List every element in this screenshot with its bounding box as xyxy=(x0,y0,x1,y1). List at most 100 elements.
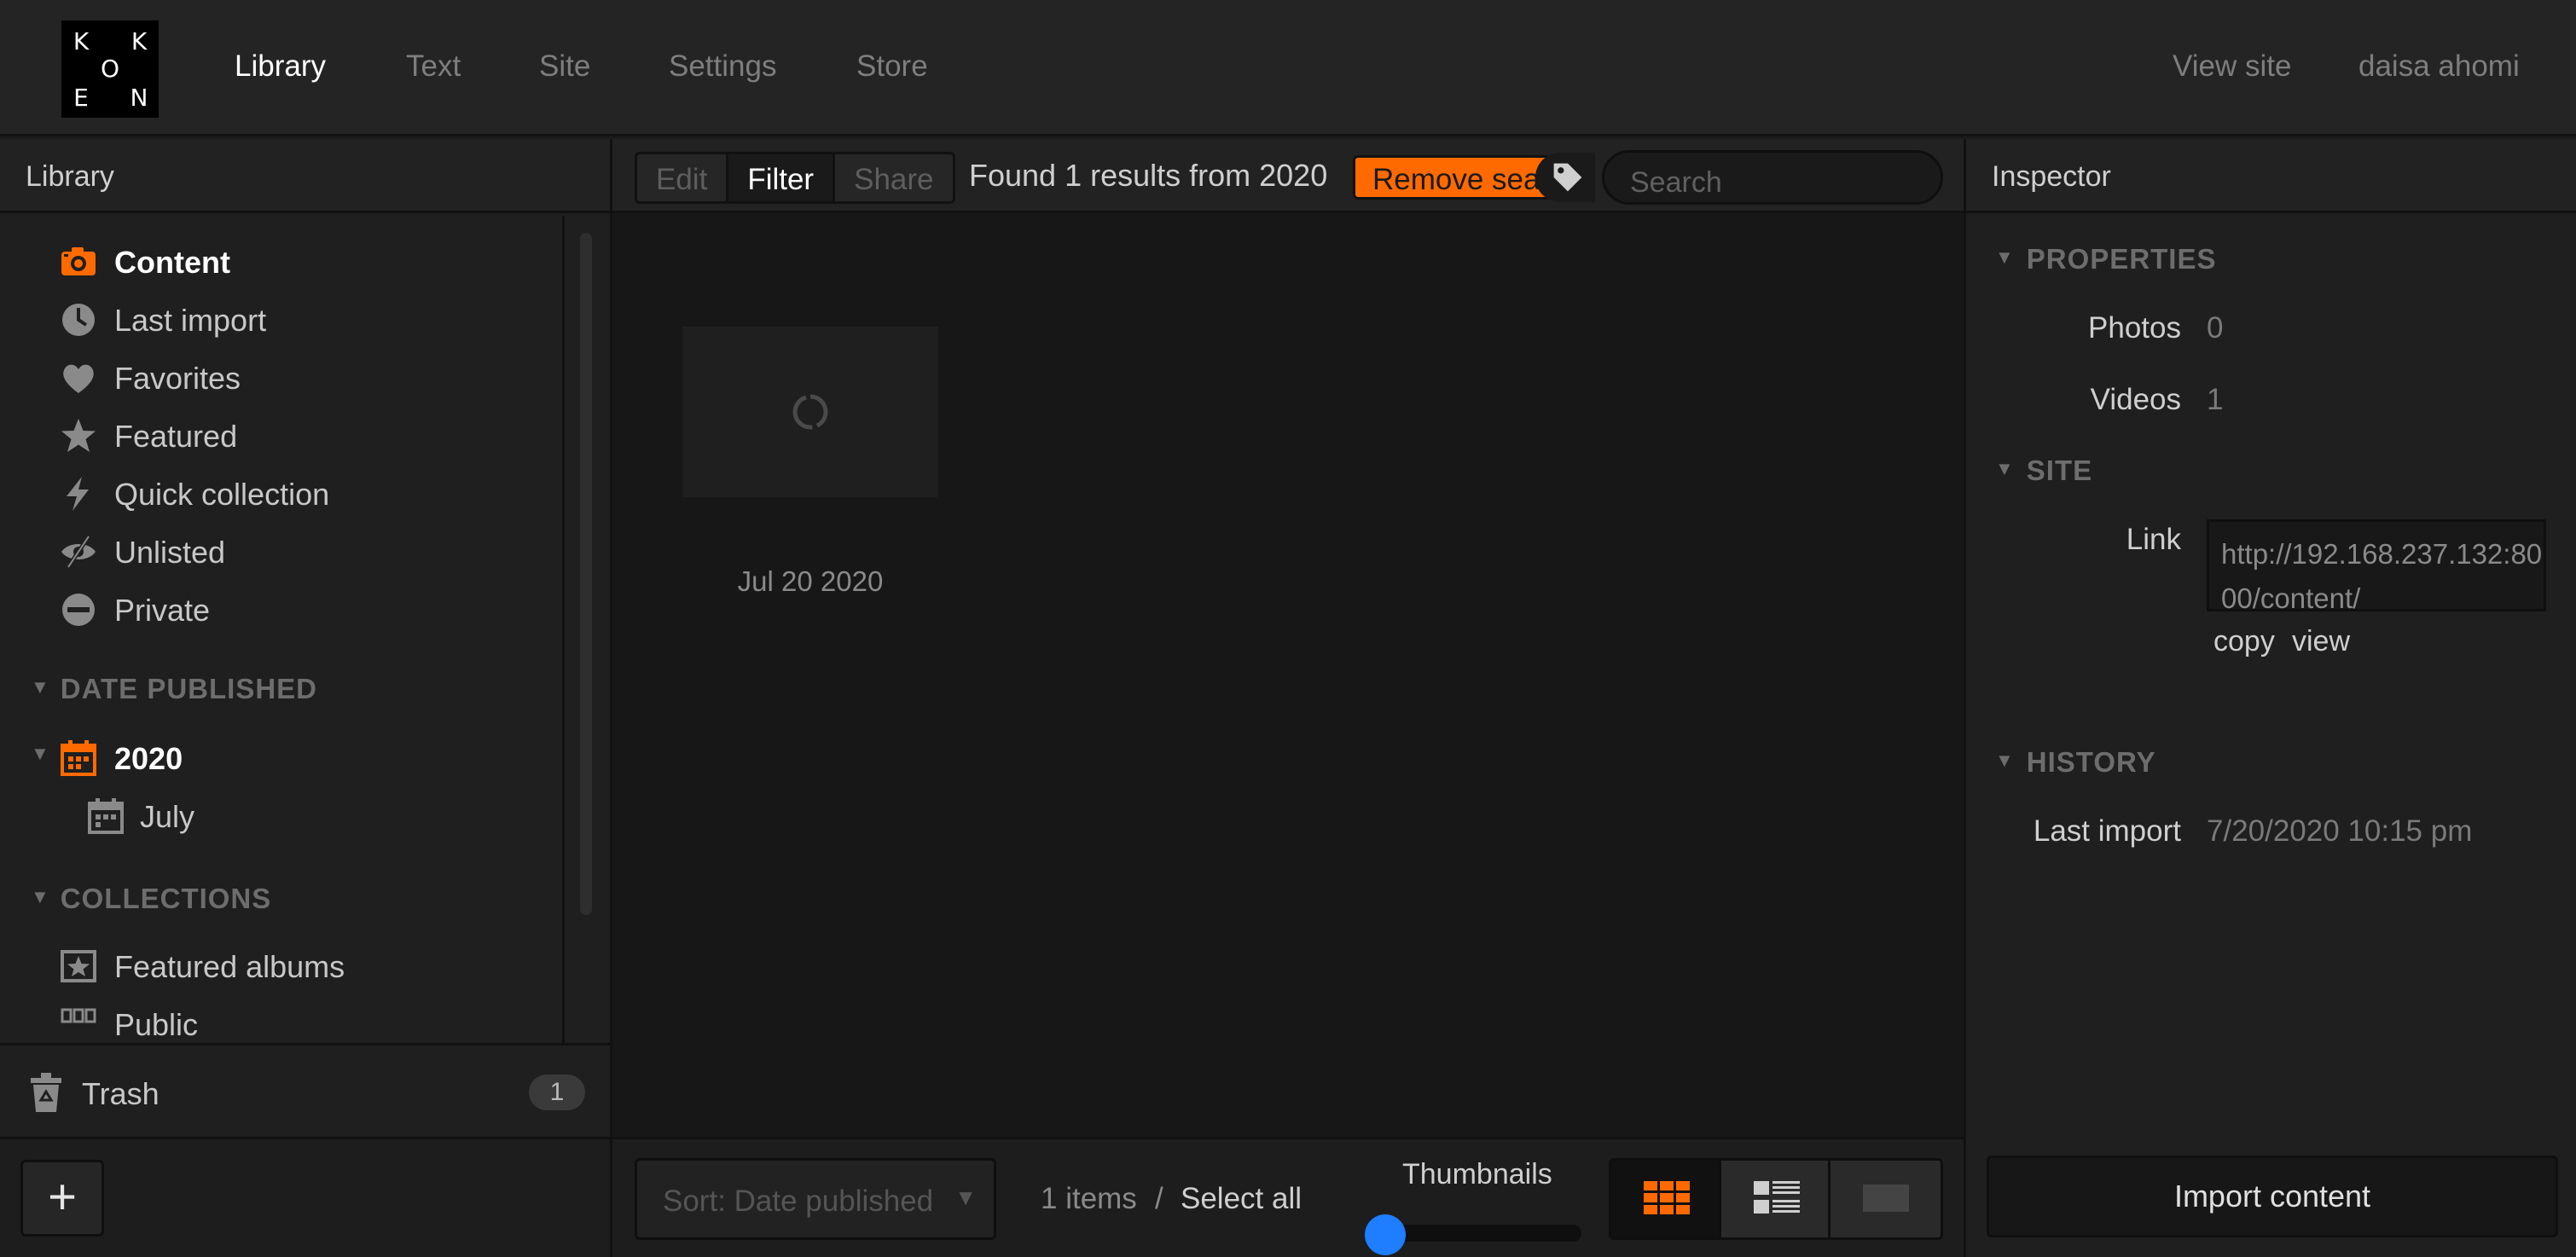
items-count: 1 items xyxy=(1041,1182,1137,1215)
sort-select[interactable]: Sort: Date published ▼ xyxy=(635,1158,996,1240)
single-view-icon xyxy=(1863,1185,1910,1212)
tag-filter-button[interactable] xyxy=(1535,153,1595,202)
content-thumbnail[interactable] xyxy=(682,327,938,497)
view-mode-group xyxy=(1609,1158,1943,1240)
site-section[interactable]: ▼ SITE xyxy=(1995,455,2092,487)
sidebar-item-year-2020[interactable]: ▼ 2020 xyxy=(0,733,562,784)
edit-button[interactable]: Edit xyxy=(637,154,729,201)
history-section[interactable]: ▼ HISTORY xyxy=(1995,746,2156,779)
sidebar-item-label: Private xyxy=(114,593,211,628)
single-view-button[interactable] xyxy=(1830,1161,1941,1237)
collapse-triangle-icon: ▼ xyxy=(31,676,50,698)
sidebar-item-unlisted[interactable]: Unlisted xyxy=(0,526,562,577)
logo-letter: N xyxy=(130,84,148,112)
logo-letter: K xyxy=(131,27,148,55)
sidebar-item-last-import[interactable]: Last import xyxy=(0,294,562,345)
view-site-link[interactable]: View site xyxy=(2173,49,2291,84)
nav-site[interactable]: Site xyxy=(539,49,590,84)
nav-store[interactable]: Store xyxy=(856,49,928,84)
sidebar-item-content[interactable]: Content xyxy=(0,236,562,287)
sidebar-item-favorites[interactable]: Favorites xyxy=(0,352,562,403)
filter-button[interactable]: Filter xyxy=(728,154,836,201)
sidebar-item-private[interactable]: Private xyxy=(0,584,562,635)
sidebar-item-month-july[interactable]: July xyxy=(0,791,562,842)
grid-view-button[interactable] xyxy=(1611,1161,1721,1237)
nav-settings[interactable]: Settings xyxy=(669,49,776,84)
last-import-value: 7/20/2020 10:15 pm xyxy=(2207,814,2473,848)
view-link[interactable]: view xyxy=(2292,625,2350,658)
sidebar-item-featured-albums[interactable]: Featured albums xyxy=(0,941,562,992)
search-input[interactable] xyxy=(1602,150,1943,205)
collapse-triangle-icon: ▼ xyxy=(1995,458,2015,479)
sidebar-item-label: Content xyxy=(114,245,230,280)
collapse-triangle-icon: ▼ xyxy=(1995,246,2015,268)
photos-label: Photos xyxy=(2088,311,2181,345)
link-label: Link xyxy=(2126,523,2181,556)
camera-icon xyxy=(61,247,96,275)
thumbnails-label: Thumbnails xyxy=(1402,1158,1552,1190)
link-field[interactable]: http://192.168.237.132:8000/content/ xyxy=(2207,519,2546,614)
logo-letter: E xyxy=(73,84,89,112)
user-menu[interactable]: daisa ahomi xyxy=(2358,49,2520,84)
results-summary: Found 1 results from 2020 xyxy=(969,158,1328,193)
sidebar-item-label: July xyxy=(140,799,195,834)
thumbnail-size-slider[interactable] xyxy=(1378,1225,1581,1242)
nav-text[interactable]: Text xyxy=(406,49,461,84)
clock-icon xyxy=(62,304,95,336)
slider-handle[interactable] xyxy=(1365,1214,1406,1255)
sidebar-item-label: Last import xyxy=(114,303,267,338)
photos-value: 0 xyxy=(2207,311,2224,345)
section-label: HISTORY xyxy=(2026,746,2156,778)
sidebar-item-label: Unlisted xyxy=(114,535,226,570)
list-view-button[interactable] xyxy=(1720,1161,1831,1237)
heart-icon xyxy=(63,364,94,393)
sidebar-item-featured[interactable]: Featured xyxy=(0,410,562,461)
section-label: SITE xyxy=(2026,455,2093,486)
scrollbar-thumb[interactable] xyxy=(580,233,592,915)
sidebar-item-trash[interactable]: Trash 1 xyxy=(0,1043,610,1137)
sidebar-item-public[interactable]: Public xyxy=(0,999,562,1043)
select-all-link[interactable]: Select all xyxy=(1181,1182,1302,1216)
star-icon xyxy=(61,419,96,452)
collections-section[interactable]: ▼ COLLECTIONS xyxy=(31,883,271,915)
videos-label: Videos xyxy=(2090,383,2181,416)
logo-letter: K xyxy=(73,27,90,55)
koken-logo[interactable]: K K O E N xyxy=(61,20,159,118)
nav-library[interactable]: Library xyxy=(235,49,326,84)
no-entry-icon xyxy=(62,594,95,626)
collapse-triangle-icon: ▼ xyxy=(31,886,50,907)
sidebar-scrollbar[interactable] xyxy=(577,224,595,1039)
action-segment: Edit Filter Share xyxy=(635,152,955,204)
separator: / xyxy=(1155,1182,1163,1215)
sidebar-item-label: Featured xyxy=(114,419,238,454)
copy-link[interactable]: copy xyxy=(2213,625,2275,658)
sidebar-item-quick-collection[interactable]: Quick collection xyxy=(0,468,562,519)
trash-label: Trash xyxy=(82,1076,160,1111)
hidden-eye-icon xyxy=(61,535,96,569)
logo-letter: O xyxy=(100,55,120,83)
library-sidebar: Library Content Last import Favorites Fe… xyxy=(0,139,612,1257)
share-button[interactable]: Share xyxy=(835,154,952,201)
trash-icon xyxy=(31,1073,61,1112)
sidebar-item-label: Featured albums xyxy=(114,949,345,984)
import-content-button[interactable]: Import content xyxy=(1987,1156,2558,1237)
content-toolbar: Edit Filter Share Found 1 results from 2… xyxy=(612,139,1964,213)
inspector-panel: Inspector ▼ PROPERTIES Photos 0 Videos 1 … xyxy=(1964,139,2576,1257)
properties-section[interactable]: ▼ PROPERTIES xyxy=(1995,243,2217,275)
calendar-icon xyxy=(61,740,96,776)
content-area: Edit Filter Share Found 1 results from 2… xyxy=(612,139,1964,1257)
top-navigation: K K O E N Library Text Site Settings Sto… xyxy=(0,0,2576,136)
sidebar-item-label: 2020 xyxy=(114,741,183,776)
collection-icon xyxy=(61,1008,96,1023)
sort-value: Sort: Date published xyxy=(663,1185,934,1218)
add-button[interactable]: + xyxy=(20,1160,104,1237)
section-label: COLLECTIONS xyxy=(60,883,272,914)
date-published-section[interactable]: ▼ DATE PUBLISHED xyxy=(31,673,317,705)
expand-triangle-icon[interactable]: ▼ xyxy=(31,743,49,765)
section-label: PROPERTIES xyxy=(2026,243,2217,275)
featured-album-icon xyxy=(61,950,96,982)
sidebar-footer: + xyxy=(0,1137,610,1257)
remove-search-button[interactable]: Remove search xyxy=(1353,155,1558,200)
collapse-triangle-icon: ▼ xyxy=(1995,750,2015,771)
section-label: DATE PUBLISHED xyxy=(60,673,318,704)
